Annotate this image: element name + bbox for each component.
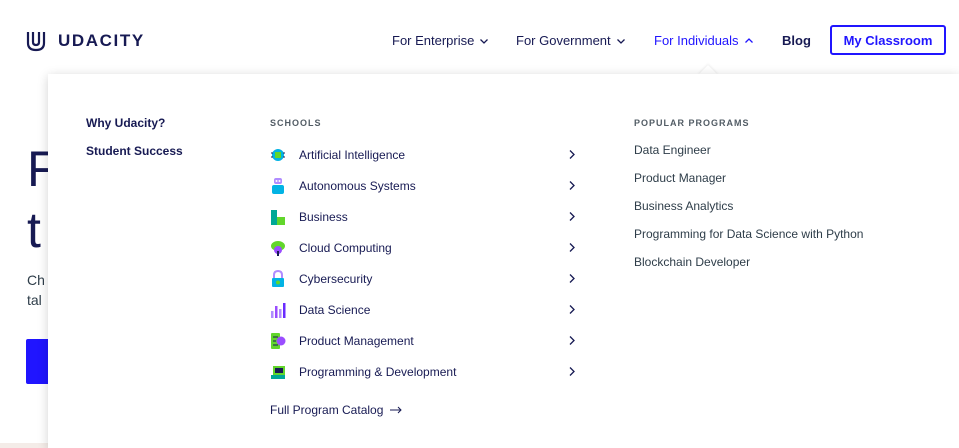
school-label: Product Management xyxy=(299,334,414,348)
program-link[interactable]: Business Analytics xyxy=(634,199,733,213)
bar-chart-icon xyxy=(271,303,286,318)
school-business[interactable]: Business xyxy=(270,206,580,228)
school-product-management[interactable]: Product Management xyxy=(270,330,580,352)
nav-blog[interactable]: Blog xyxy=(782,33,811,48)
top-navbar: UDACITY For Enterprise For Government Fo… xyxy=(0,0,959,78)
chevron-right-icon xyxy=(569,181,575,190)
school-cybersecurity[interactable]: Cybersecurity xyxy=(270,268,580,290)
program-link[interactable]: Product Manager xyxy=(634,171,726,185)
lock-icon xyxy=(272,270,284,287)
laptop-icon xyxy=(271,366,285,379)
individuals-dropdown-menu: Why Udacity? Student Success SCHOOLS Art… xyxy=(48,74,959,448)
school-label: Data Science xyxy=(299,303,371,317)
full-program-catalog-link[interactable]: Full Program Catalog xyxy=(270,403,403,417)
school-cloud-computing[interactable]: Cloud Computing xyxy=(270,237,580,259)
chevron-right-icon xyxy=(569,150,575,159)
program-link[interactable]: Data Engineer xyxy=(634,143,711,157)
udacity-logo[interactable]: UDACITY xyxy=(26,29,145,53)
nav-for-government[interactable]: For Government xyxy=(516,33,626,48)
arrow-right-icon xyxy=(390,406,403,414)
chevron-right-icon xyxy=(569,305,575,314)
program-link[interactable]: Programming for Data Science with Python xyxy=(634,227,863,241)
school-autonomous-systems[interactable]: Autonomous Systems xyxy=(270,175,580,197)
chevron-right-icon xyxy=(569,367,575,376)
nav-label: For Individuals xyxy=(654,33,739,48)
chevron-right-icon xyxy=(569,212,575,221)
program-link[interactable]: Blockchain Developer xyxy=(634,255,750,269)
nav-for-individuals[interactable]: For Individuals xyxy=(654,33,754,48)
nav-label: Blog xyxy=(782,33,811,48)
school-artificial-intelligence[interactable]: Artificial Intelligence xyxy=(270,144,580,166)
school-label: Cloud Computing xyxy=(299,241,392,255)
school-label: Programming & Development xyxy=(299,365,457,379)
robot-icon xyxy=(272,178,284,194)
chevron-down-icon xyxy=(480,38,489,44)
chevron-down-icon xyxy=(616,38,625,44)
school-programming-development[interactable]: Programming & Development xyxy=(270,361,580,383)
school-label: Cybersecurity xyxy=(299,272,373,286)
catalog-label: Full Program Catalog xyxy=(270,403,384,417)
nav-label: For Government xyxy=(516,33,611,48)
popular-programs-heading: POPULAR PROGRAMS xyxy=(634,118,750,128)
why-udacity-link[interactable]: Why Udacity? xyxy=(86,116,165,130)
hero-subtext-line1: Ch xyxy=(27,272,45,288)
brand-name: UDACITY xyxy=(58,31,145,50)
chevron-right-icon xyxy=(569,243,575,252)
udacity-logo-icon xyxy=(26,32,46,52)
school-label: Artificial Intelligence xyxy=(299,148,406,162)
student-success-link[interactable]: Student Success xyxy=(86,144,183,158)
school-data-science[interactable]: Data Science xyxy=(270,299,580,321)
chevron-right-icon xyxy=(569,336,575,345)
business-icon xyxy=(271,210,285,225)
ai-chip-icon xyxy=(271,149,285,161)
chevron-up-icon xyxy=(744,37,753,43)
chevron-right-icon xyxy=(569,274,575,283)
checklist-icon xyxy=(271,333,286,349)
my-classroom-button[interactable]: My Classroom xyxy=(830,25,946,55)
school-label: Autonomous Systems xyxy=(299,179,416,193)
hero-heading-line2: t xyxy=(27,202,41,258)
nav-label: For Enterprise xyxy=(392,33,475,48)
cloud-icon xyxy=(271,241,285,256)
schools-heading: SCHOOLS xyxy=(270,118,322,128)
hero-subtext-line2: tal xyxy=(27,292,42,308)
school-label: Business xyxy=(299,210,348,224)
nav-for-enterprise[interactable]: For Enterprise xyxy=(392,33,489,48)
